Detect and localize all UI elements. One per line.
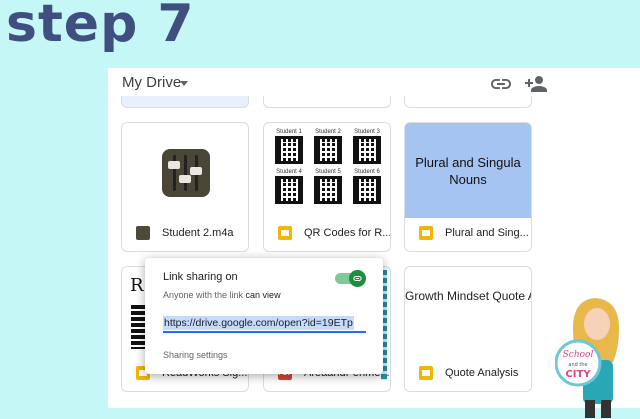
file-footer: Plural and Sing... <box>405 215 531 251</box>
slides-file-icon <box>419 226 433 240</box>
file-card-stub[interactable] <box>263 96 391 108</box>
my-drive-title[interactable]: My Drive <box>122 74 181 91</box>
qr-code <box>131 305 145 349</box>
access-prefix: Anyone with the link <box>163 290 246 300</box>
link-sharing-title: Link sharing on <box>163 271 238 283</box>
link-sharing-toggle[interactable] <box>335 270 366 287</box>
file-card[interactable]: Plural and Singula Nouns Plural and Sing… <box>404 122 532 252</box>
file-footer: Quote Analysis <box>405 355 531 391</box>
qr-label: Student 2 <box>315 129 341 135</box>
file-footer: Student 2.m4a <box>122 215 248 251</box>
file-name: Plural and Sing... <box>445 227 529 239</box>
file-name: Student 2.m4a <box>162 227 234 239</box>
access-level[interactable]: can view <box>246 290 281 300</box>
svg-text:School: School <box>563 350 594 360</box>
file-card[interactable]: Growth Mindset Quote Analysis Quote Anal… <box>404 266 532 392</box>
share-link-text[interactable]: https://drive.google.com/open?id=19ETp <box>163 316 354 330</box>
plural-nouns-thumbnail: Plural and Singula Nouns <box>405 123 531 218</box>
add-person-icon[interactable] <box>524 72 548 96</box>
file-footer: QR Codes for R... <box>264 215 390 251</box>
audio-file-icon <box>136 226 150 240</box>
qr-label: Student 6 <box>354 169 380 175</box>
svg-text:CITY: CITY <box>565 369 591 380</box>
qr-code <box>275 176 303 204</box>
step-title: step 7 <box>6 0 195 54</box>
sharing-settings-link[interactable]: Sharing settings <box>163 350 228 360</box>
link-access-description: Anyone with the link can view <box>163 290 281 300</box>
qr-code <box>275 136 303 164</box>
share-link-field[interactable]: https://drive.google.com/open?id=19ETp <box>163 313 366 333</box>
qr-label: Student 4 <box>276 169 302 175</box>
link-icon[interactable] <box>489 72 513 96</box>
qr-code <box>314 176 342 204</box>
qr-label: Student 1 <box>276 129 302 135</box>
file-card[interactable]: Student 2.m4a <box>121 122 249 252</box>
file-card-stub[interactable] <box>404 96 532 108</box>
file-name: QR Codes for R... <box>304 227 391 239</box>
qr-label: Student 3 <box>354 129 380 135</box>
chevron-down-icon[interactable] <box>180 81 188 86</box>
slides-file-icon <box>278 226 292 240</box>
link-icon <box>349 270 366 287</box>
qr-code <box>353 176 381 204</box>
file-name: Quote Analysis <box>445 367 519 379</box>
readworks-thumbnail-letter: R <box>130 275 144 296</box>
thumbnail-text: Nouns <box>449 171 487 187</box>
qr-label: Student 5 <box>315 169 341 175</box>
link-sharing-popup: Link sharing on Anyone with the link can… <box>145 258 383 374</box>
slides-file-icon <box>419 366 433 380</box>
thumbnail-text: Plural and Singula <box>415 154 521 170</box>
qr-code <box>314 136 342 164</box>
file-card[interactable]: Student 1 Student 2 Student 3 Student 4 … <box>263 122 391 252</box>
svg-text:and the: and the <box>568 362 587 368</box>
qr-code <box>353 136 381 164</box>
thumbnail-text: Growth Mindset Quote Analysis <box>405 289 531 303</box>
audio-mixer-thumbnail <box>162 149 210 197</box>
school-and-the-city-logo: School and the CITY <box>555 298 619 418</box>
file-card-stub[interactable] <box>121 96 249 108</box>
